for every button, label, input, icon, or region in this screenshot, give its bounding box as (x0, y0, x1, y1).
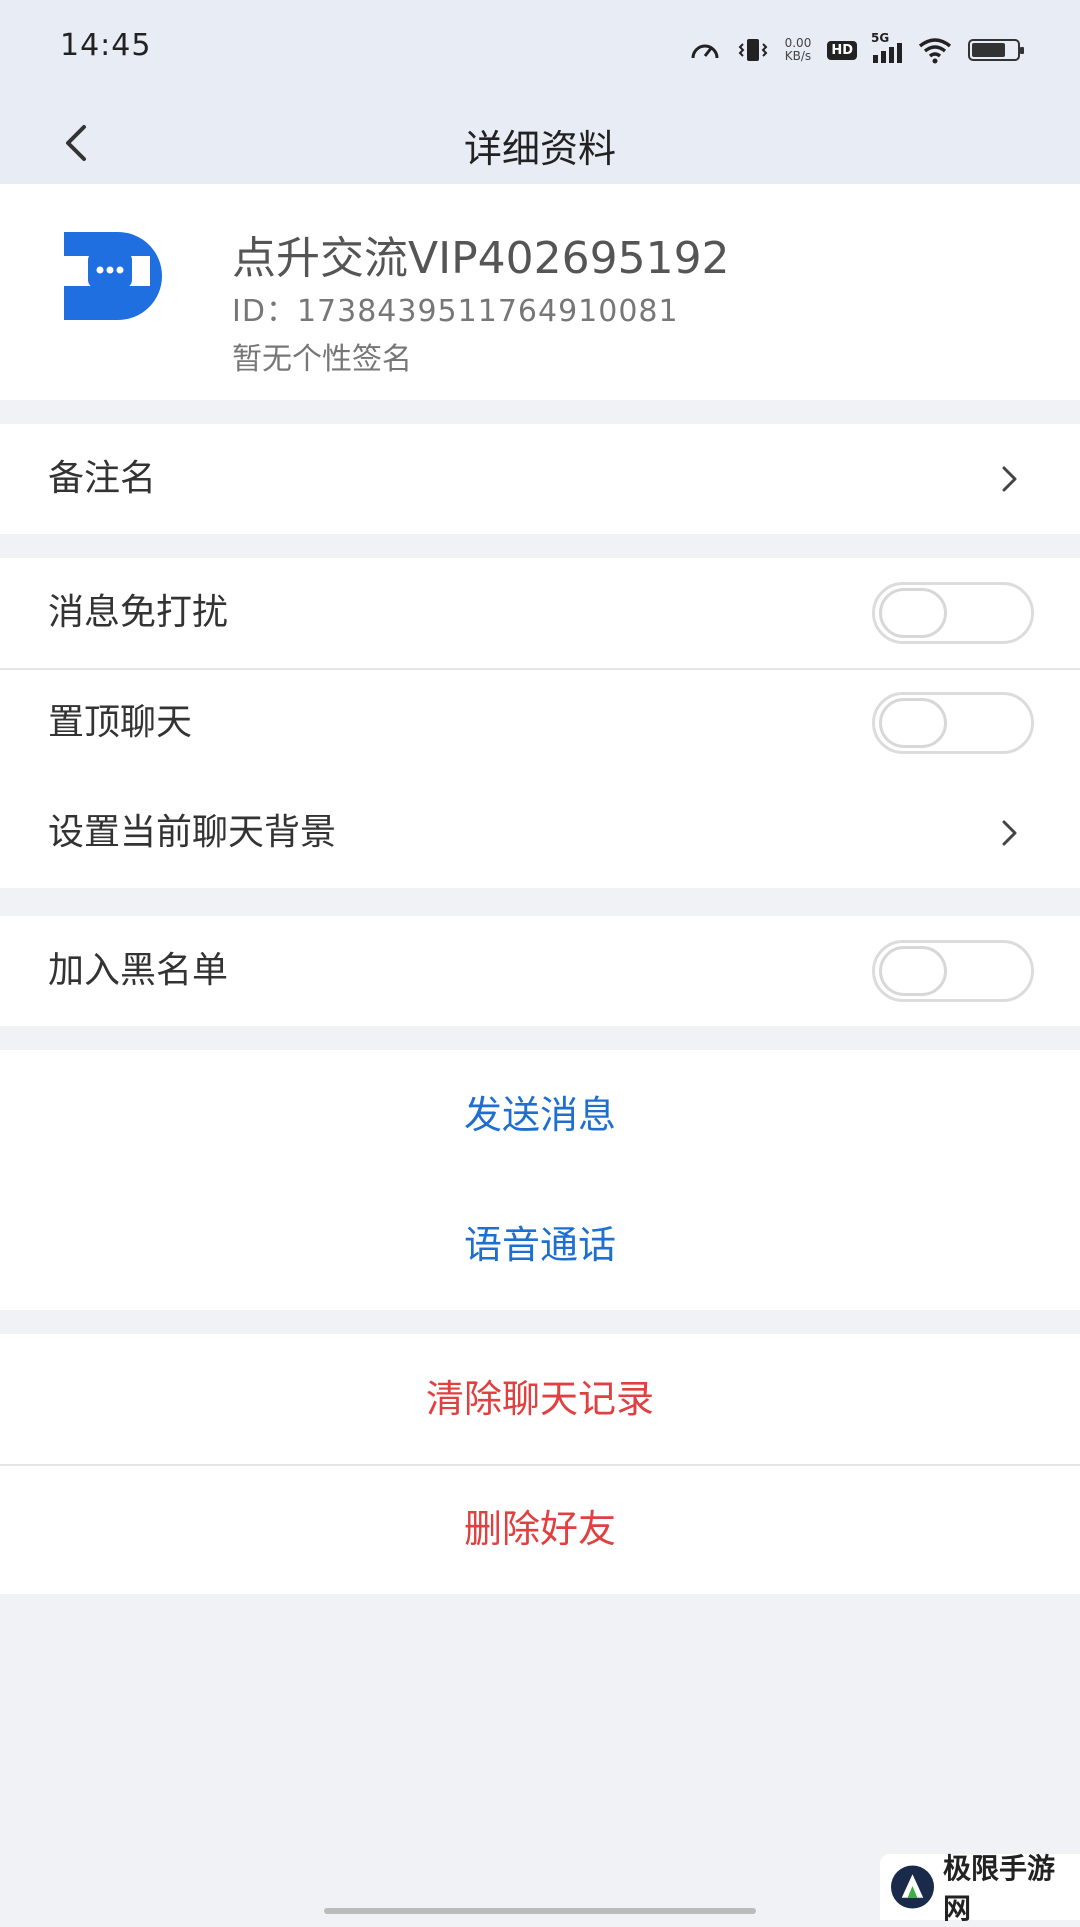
mute-row: 消息免打扰 (0, 558, 1080, 668)
clear-chat-history-button[interactable]: 清除聊天记录 (0, 1334, 1080, 1464)
profile-name: 点升交流VIP402695192 (232, 222, 730, 286)
vibrate-icon (737, 36, 769, 64)
delete-friend-label: 删除好友 (464, 1507, 616, 1551)
profile-id: ID：1738439511764910081 (232, 286, 679, 330)
delete-friend-button[interactable]: 删除好友 (0, 1464, 1080, 1594)
chevron-right-icon (994, 462, 1024, 496)
avatar[interactable] (58, 222, 168, 322)
wifi-icon (918, 36, 952, 64)
pin-chat-label: 置顶聊天 (48, 668, 192, 778)
toggle-knob (879, 698, 947, 748)
chat-background-row[interactable]: 设置当前聊天背景 (0, 778, 1080, 888)
blacklist-section: 加入黑名单 (0, 916, 1080, 1026)
chevron-right-icon (994, 816, 1024, 850)
mute-toggle[interactable] (872, 582, 1034, 644)
blacklist-label: 加入黑名单 (48, 916, 228, 1026)
watermark: 极限手游网 (880, 1854, 1080, 1920)
status-bar: 14:45 0.00 KB/s HD 5G (0, 0, 1080, 100)
nav-bar: 详细资料 (0, 100, 1080, 184)
page-title: 详细资料 (0, 118, 1080, 173)
voice-call-button[interactable]: 语音通话 (0, 1180, 1080, 1310)
profile-card: 点升交流VIP402695192 ID：1738439511764910081 … (0, 184, 1080, 400)
pin-chat-toggle[interactable] (872, 692, 1034, 754)
remark-name-row[interactable]: 备注名 (0, 424, 1080, 534)
blacklist-toggle[interactable] (872, 940, 1034, 1002)
remark-name-label: 备注名 (48, 424, 156, 534)
signal-label: 5G (871, 31, 889, 45)
watermark-text: 极限手游网 (943, 1847, 1080, 1927)
home-indicator[interactable] (324, 1908, 756, 1914)
pin-chat-row: 置顶聊天 (0, 668, 1080, 778)
net-speed: 0.00 KB/s (785, 37, 812, 63)
toggle-knob (879, 588, 947, 638)
battery-icon (968, 39, 1020, 61)
status-icons: 0.00 KB/s HD 5G (689, 30, 1020, 70)
chat-settings-section: 消息免打扰 置顶聊天 设置当前聊天背景 (0, 558, 1080, 888)
mute-label: 消息免打扰 (48, 558, 228, 668)
divider (0, 1464, 1080, 1466)
hd-badge: HD (827, 41, 857, 60)
signal-icon: 5G (873, 37, 902, 63)
speedometer-icon (689, 36, 721, 64)
primary-actions-section: 发送消息 语音通话 (0, 1050, 1080, 1310)
chat-background-label: 设置当前聊天背景 (48, 778, 336, 888)
danger-actions-section: 清除聊天记录 删除好友 (0, 1334, 1080, 1594)
remark-section: 备注名 (0, 424, 1080, 534)
watermark-logo-icon (890, 1864, 935, 1910)
toggle-knob (879, 946, 947, 996)
send-message-button[interactable]: 发送消息 (0, 1050, 1080, 1180)
profile-signature: 暂无个性签名 (232, 334, 412, 378)
battery-fill (972, 43, 1005, 57)
status-time: 14:45 (60, 28, 151, 63)
blacklist-row: 加入黑名单 (0, 916, 1080, 1026)
